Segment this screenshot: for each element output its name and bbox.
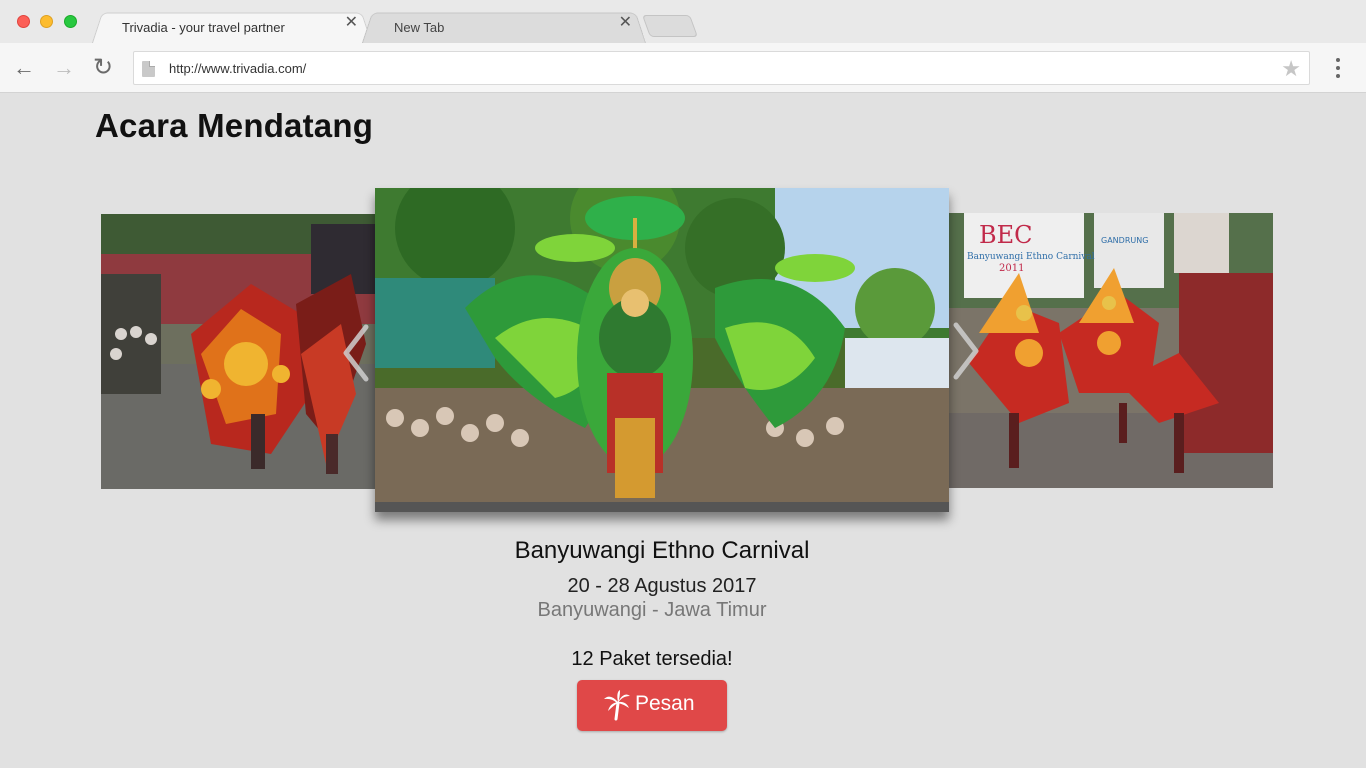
- url-text[interactable]: http://www.trivadia.com/: [169, 61, 306, 76]
- carnival-photo-left: [101, 214, 376, 489]
- tab-new-tab[interactable]: New Tab ✕: [362, 10, 646, 43]
- browser-toolbar: ← → ↻ http://www.trivadia.com/ ★: [0, 43, 1366, 93]
- book-button-label: Pesan: [635, 692, 695, 715]
- tab-title: New Tab: [394, 20, 445, 35]
- tab-trivadia[interactable]: Trivadia - your travel partner ✕: [92, 10, 372, 43]
- page-content: Acara Mendatang BEC Banyuwangi Ethno Car…: [0, 93, 1366, 768]
- slide-shadow-bar: [375, 502, 949, 512]
- tab-close-icon[interactable]: ✕: [345, 15, 358, 31]
- menu-dot: [1336, 58, 1340, 62]
- menu-dot: [1336, 66, 1340, 70]
- tab-title: Trivadia - your travel partner: [122, 20, 285, 35]
- event-name: Banyuwangi Ethno Carnival: [514, 537, 810, 564]
- browser-tab-strip: Trivadia - your travel partner ✕ New Tab…: [0, 0, 1366, 43]
- menu-dot: [1336, 74, 1340, 78]
- window-maximize-dot[interactable]: [64, 15, 77, 28]
- bec-banner-text: BEC: [979, 221, 1033, 249]
- palm-tree-icon: [604, 690, 630, 721]
- bec-banner-year: 2011: [999, 263, 1024, 274]
- event-location: Banyuwangi - Jawa Timur: [537, 599, 767, 621]
- gandrung-sign: GANDRUNG: [1101, 236, 1148, 245]
- carnival-photo-center: [375, 188, 949, 512]
- event-date: 20 - 28 Agustus 2017: [567, 575, 757, 597]
- window-close-dot[interactable]: [17, 15, 30, 28]
- browser-menu-icon[interactable]: [1330, 55, 1346, 81]
- carousel-next-icon[interactable]: [952, 321, 982, 381]
- package-count: 12 Paket tersedia!: [571, 648, 733, 670]
- carousel-slide-right[interactable]: BEC Banyuwangi Ethno Carnival 2011 GANDR…: [949, 213, 1273, 488]
- section-title: Acara Mendatang: [95, 107, 374, 144]
- tab-close-icon[interactable]: ✕: [619, 15, 632, 31]
- forward-icon[interactable]: →: [52, 56, 76, 80]
- carousel-prev-icon[interactable]: [340, 323, 370, 383]
- book-button[interactable]: Pesan: [577, 680, 727, 731]
- address-bar[interactable]: http://www.trivadia.com/ ★: [133, 51, 1310, 85]
- new-tab-button[interactable]: [641, 15, 699, 37]
- carousel-slide-left[interactable]: [101, 214, 376, 489]
- reload-icon[interactable]: ↻: [91, 56, 115, 80]
- back-icon[interactable]: ←: [12, 56, 36, 80]
- new-tab-shape: [641, 15, 699, 37]
- page-icon: [142, 61, 155, 77]
- bookmark-star-icon[interactable]: ★: [1281, 56, 1301, 82]
- carousel-slide-center[interactable]: [375, 188, 949, 512]
- window-minimize-dot[interactable]: [40, 15, 53, 28]
- bec-banner-subtitle: Banyuwangi Ethno Carnival: [967, 252, 1095, 262]
- carnival-photo-right: BEC Banyuwangi Ethno Carnival 2011 GANDR…: [949, 213, 1273, 488]
